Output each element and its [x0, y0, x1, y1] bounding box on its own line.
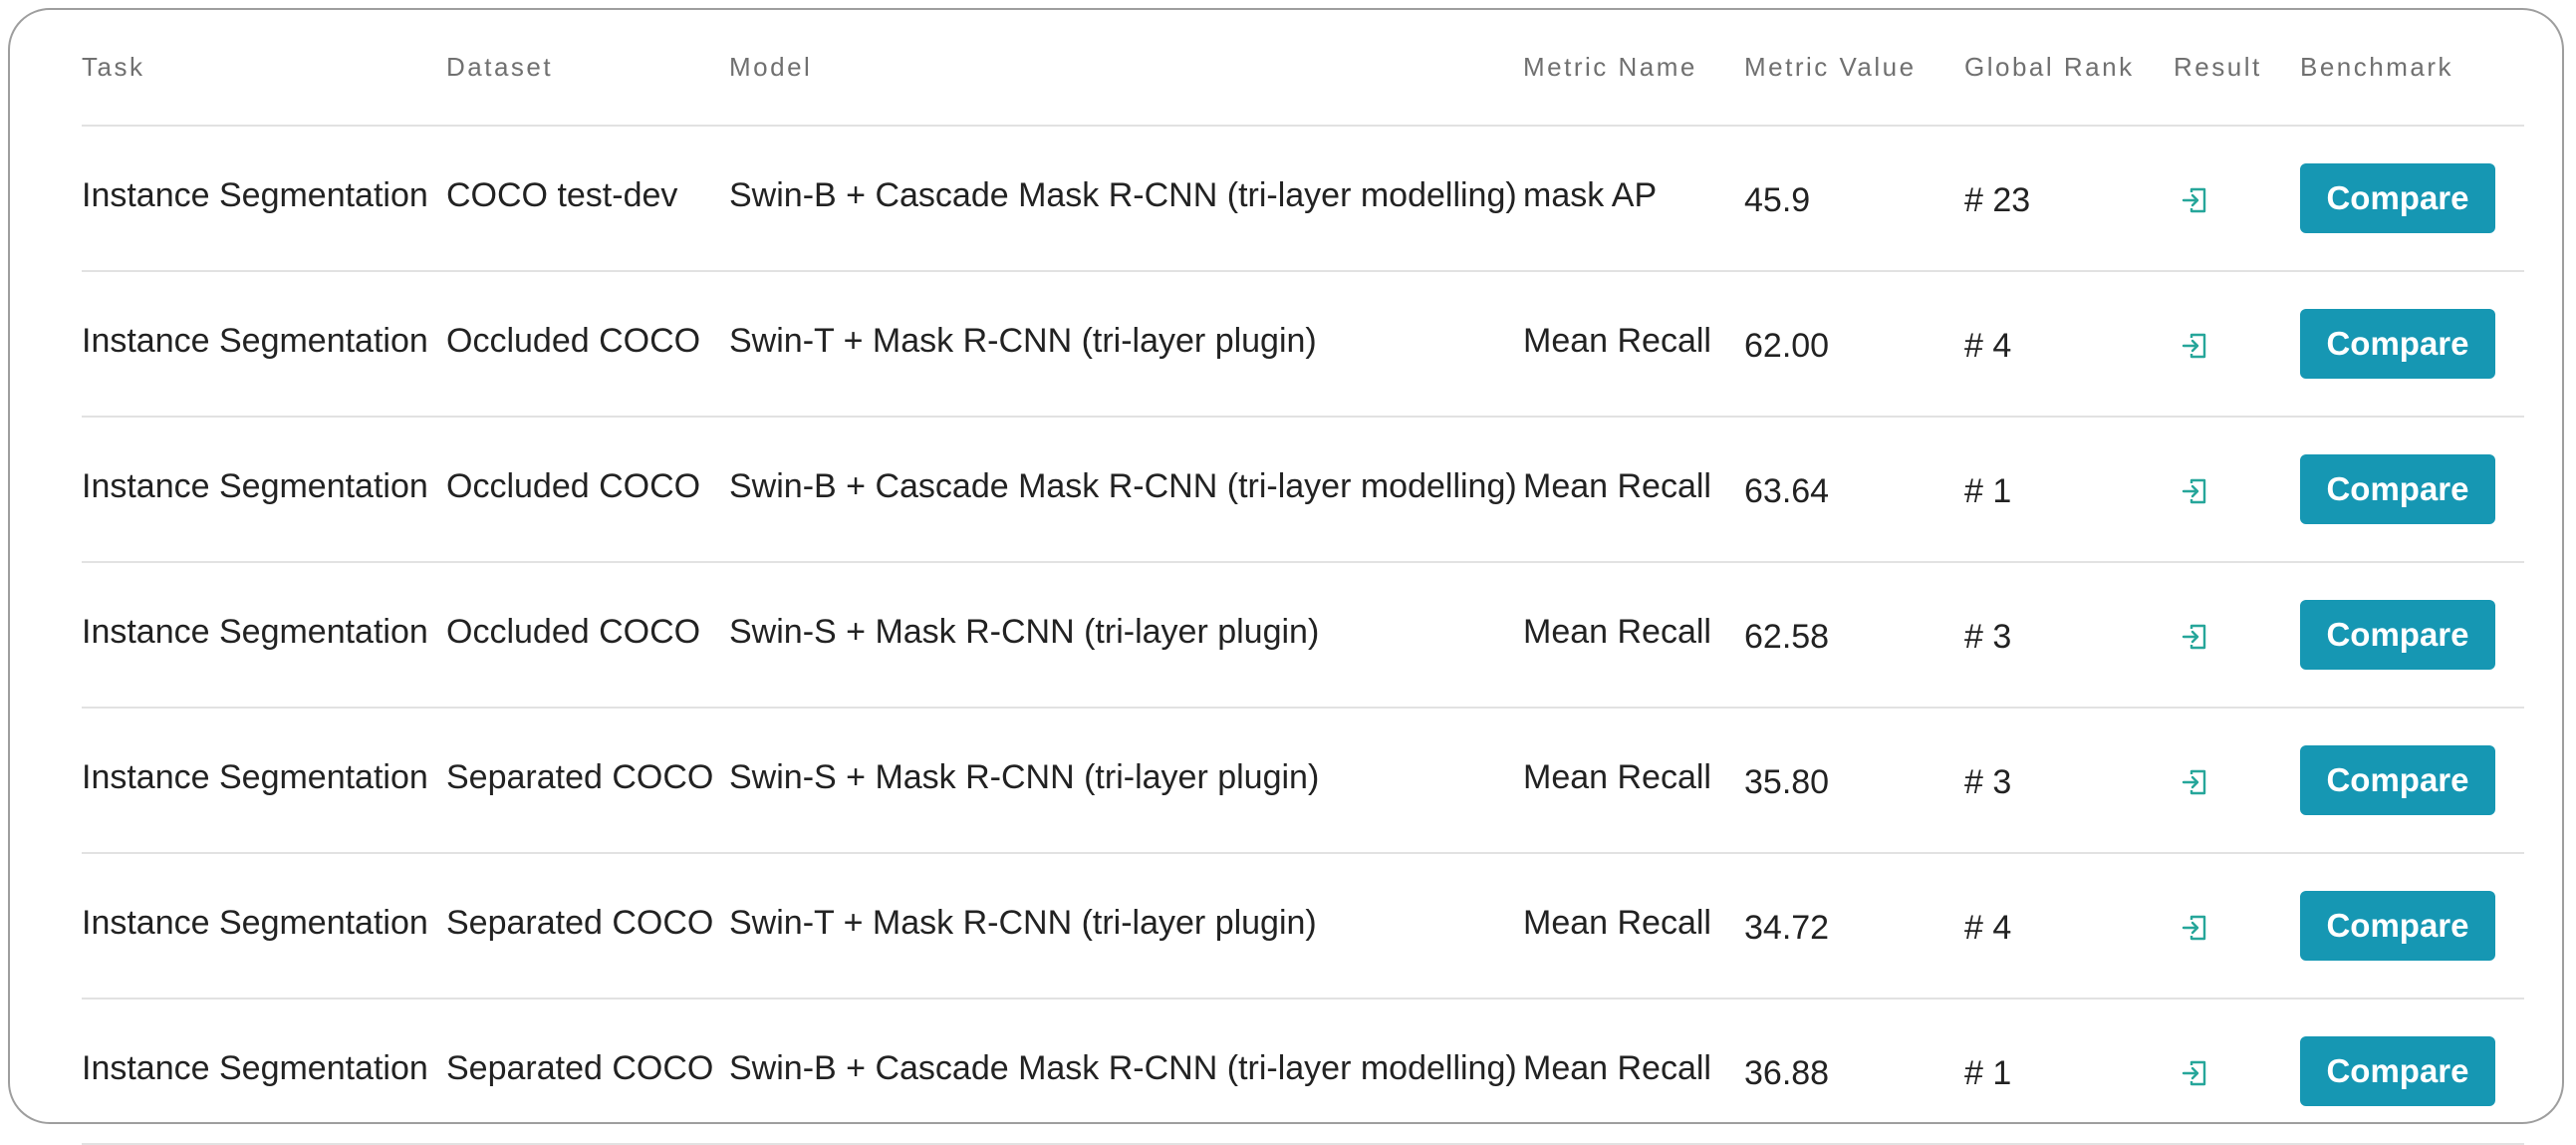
metric-name-cell: Mean Recall [1523, 853, 1744, 1000]
column-header-model[interactable]: Model [729, 10, 1523, 127]
global-rank-cell: # 4 [1964, 271, 2174, 418]
model-cell[interactable]: Swin-T + Mask R-CNN (tri-layer plugin) [729, 853, 1523, 1000]
table-row: Instance Segmentation COCO test-dev Swin… [82, 126, 2524, 272]
metric-name-cell: Mean Recall [1523, 708, 1744, 854]
benchmark-cell: Compare [2300, 999, 2524, 1145]
column-header-metric-value[interactable]: Metric Value [1744, 10, 1964, 127]
model-cell[interactable]: Swin-B + Cascade Mask R-CNN (tri-layer m… [729, 126, 1523, 272]
table-row: Instance Segmentation Occluded COCO Swin… [82, 562, 2524, 709]
model-cell[interactable]: Swin-T + Mask R-CNN (tri-layer plugin) [729, 271, 1523, 418]
compare-button[interactable]: Compare [2300, 163, 2495, 233]
column-header-task[interactable]: Task [82, 10, 446, 127]
results-table: Task Dataset Model Metric Name Metric Va… [82, 10, 2524, 1145]
model-cell[interactable]: Swin-B + Cascade Mask R-CNN (tri-layer m… [729, 999, 1523, 1145]
dataset-cell[interactable]: Occluded COCO [446, 562, 729, 709]
dataset-cell[interactable]: Occluded COCO [446, 271, 729, 418]
metric-value-cell: 45.9 [1744, 126, 1964, 272]
column-header-metric-name[interactable]: Metric Name [1523, 10, 1744, 127]
compare-button[interactable]: Compare [2300, 454, 2495, 524]
metric-value-cell: 36.88 [1744, 999, 1964, 1145]
model-cell[interactable]: Swin-B + Cascade Mask R-CNN (tri-layer m… [729, 417, 1523, 563]
global-rank-cell: # 3 [1964, 708, 2174, 854]
result-cell [2174, 999, 2300, 1145]
external-link-icon[interactable] [2180, 767, 2209, 797]
compare-button[interactable]: Compare [2300, 600, 2495, 670]
compare-button[interactable]: Compare [2300, 309, 2495, 379]
result-cell [2174, 708, 2300, 854]
external-link-icon[interactable] [2180, 476, 2209, 506]
result-cell [2174, 853, 2300, 1000]
table-row: Instance Segmentation Occluded COCO Swin… [82, 417, 2524, 563]
model-cell[interactable]: Swin-S + Mask R-CNN (tri-layer plugin) [729, 562, 1523, 709]
table-header-row: Task Dataset Model Metric Name Metric Va… [82, 10, 2524, 127]
metric-value-cell: 62.00 [1744, 271, 1964, 418]
compare-button[interactable]: Compare [2300, 745, 2495, 815]
column-header-dataset[interactable]: Dataset [446, 10, 729, 127]
dataset-cell[interactable]: Separated COCO [446, 999, 729, 1145]
metric-value-cell: 63.64 [1744, 417, 1964, 563]
compare-button[interactable]: Compare [2300, 1036, 2495, 1106]
task-cell[interactable]: Instance Segmentation [82, 126, 446, 272]
metric-name-cell: Mean Recall [1523, 417, 1744, 563]
task-cell[interactable]: Instance Segmentation [82, 562, 446, 709]
benchmark-cell: Compare [2300, 853, 2524, 1000]
dataset-cell[interactable]: Separated COCO [446, 708, 729, 854]
table-row: Instance Segmentation Occluded COCO Swin… [82, 271, 2524, 418]
result-cell [2174, 271, 2300, 418]
global-rank-cell: # 4 [1964, 853, 2174, 1000]
external-link-icon[interactable] [2180, 1058, 2209, 1088]
column-header-result[interactable]: Result [2174, 10, 2300, 127]
benchmark-cell: Compare [2300, 417, 2524, 563]
external-link-icon[interactable] [2180, 913, 2209, 943]
metric-value-cell: 35.80 [1744, 708, 1964, 854]
result-cell [2174, 562, 2300, 709]
global-rank-cell: # 23 [1964, 126, 2174, 272]
task-cell[interactable]: Instance Segmentation [82, 853, 446, 1000]
external-link-icon[interactable] [2180, 185, 2209, 215]
result-cell [2174, 417, 2300, 563]
column-header-benchmark[interactable]: Benchmark [2300, 10, 2524, 127]
result-cell [2174, 126, 2300, 272]
results-card: Task Dataset Model Metric Name Metric Va… [8, 8, 2564, 1145]
external-link-icon[interactable] [2180, 331, 2209, 361]
global-rank-cell: # 3 [1964, 562, 2174, 709]
table-row: Instance Segmentation Separated COCO Swi… [82, 999, 2524, 1145]
metric-name-cell: mask AP [1523, 126, 1744, 272]
dataset-cell[interactable]: COCO test-dev [446, 126, 729, 272]
dataset-cell[interactable]: Occluded COCO [446, 417, 729, 563]
task-cell[interactable]: Instance Segmentation [82, 708, 446, 854]
dataset-cell[interactable]: Separated COCO [446, 853, 729, 1000]
benchmark-cell: Compare [2300, 708, 2524, 854]
column-header-global-rank[interactable]: Global Rank [1964, 10, 2174, 127]
metric-value-cell: 62.58 [1744, 562, 1964, 709]
benchmark-cell: Compare [2300, 271, 2524, 418]
table-row: Instance Segmentation Separated COCO Swi… [82, 708, 2524, 854]
task-cell[interactable]: Instance Segmentation [82, 271, 446, 418]
metric-name-cell: Mean Recall [1523, 271, 1744, 418]
task-cell[interactable]: Instance Segmentation [82, 417, 446, 563]
external-link-icon[interactable] [2180, 622, 2209, 652]
benchmark-cell: Compare [2300, 562, 2524, 709]
model-cell[interactable]: Swin-S + Mask R-CNN (tri-layer plugin) [729, 708, 1523, 854]
table-row: Instance Segmentation Separated COCO Swi… [82, 853, 2524, 1000]
metric-name-cell: Mean Recall [1523, 562, 1744, 709]
metric-value-cell: 34.72 [1744, 853, 1964, 1000]
metric-name-cell: Mean Recall [1523, 999, 1744, 1145]
global-rank-cell: # 1 [1964, 417, 2174, 563]
benchmark-cell: Compare [2300, 126, 2524, 272]
compare-button[interactable]: Compare [2300, 891, 2495, 961]
global-rank-cell: # 1 [1964, 999, 2174, 1145]
task-cell[interactable]: Instance Segmentation [82, 999, 446, 1145]
